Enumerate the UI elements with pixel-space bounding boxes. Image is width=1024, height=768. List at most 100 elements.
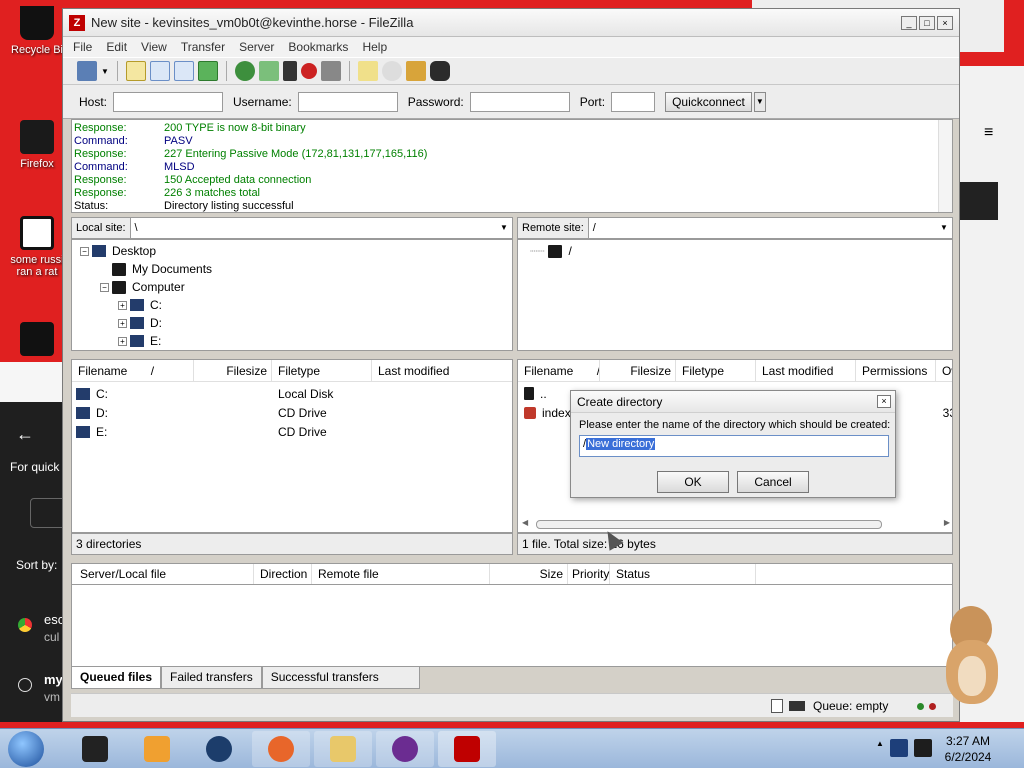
menu-view[interactable]: View [141, 40, 167, 54]
local-tree-item[interactable]: − Desktop [80, 242, 156, 260]
tray-network-icon[interactable] [890, 739, 908, 757]
local-tree-item[interactable]: + C: [118, 296, 162, 314]
col-remote-filetype[interactable]: Filetype [676, 360, 756, 381]
col-size[interactable]: Size [490, 564, 568, 584]
disconnect-icon[interactable] [320, 61, 341, 81]
col-last-modified[interactable]: Last modified [372, 360, 512, 381]
local-tree-item[interactable]: My Documents [100, 260, 212, 278]
local-file-list[interactable]: Filename / Filesize Filetype Last modifi… [71, 359, 513, 533]
host-input[interactable] [113, 91, 224, 112]
tab-queued-files[interactable]: Queued files [71, 667, 162, 689]
tab-successful-transfers[interactable]: Successful transfers [261, 667, 420, 689]
local-site-dropdown-icon[interactable]: ▼ [496, 218, 512, 238]
col-remote-owner[interactable]: Ow [936, 360, 952, 381]
start-button[interactable] [8, 730, 44, 767]
filter-flag-icon[interactable] [282, 61, 297, 81]
local-tree-item[interactable]: − Computer [100, 278, 185, 296]
tree-expander-icon[interactable]: + [118, 300, 127, 310]
tree-expander-icon[interactable]: − [80, 246, 89, 256]
menu-bookmarks[interactable]: Bookmarks [288, 40, 348, 54]
remote-site-dropdown-icon[interactable]: ▼ [936, 218, 952, 238]
col-direction[interactable]: Direction [254, 564, 312, 584]
local-tree-item[interactable]: + D: [118, 314, 162, 332]
tray-expand-icon[interactable]: ▲ [876, 739, 884, 757]
quickconnect-dropdown-icon[interactable]: ▼ [753, 91, 766, 112]
list-item[interactable]: D: CD Drive [76, 403, 506, 422]
col-priority[interactable]: Priority [568, 564, 610, 584]
local-site-path[interactable]: \ [130, 218, 496, 238]
scroll-right-icon[interactable]: ▶ [944, 518, 950, 527]
col-remote-filename[interactable]: Filename / [518, 360, 600, 381]
horizontal-scrollbar[interactable]: ◀ ▶ [522, 518, 950, 530]
list-item[interactable]: E: CD Drive [76, 422, 506, 441]
ok-button[interactable]: OK [657, 471, 729, 493]
menu-transfer[interactable]: Transfer [181, 40, 225, 54]
scroll-left-icon[interactable]: ◀ [522, 518, 528, 527]
taskbar-explorer-icon[interactable] [66, 731, 124, 767]
col-status[interactable]: Status [610, 564, 756, 584]
list-item[interactable]: .. [524, 384, 547, 403]
log-scrollbar[interactable] [938, 120, 952, 212]
site-manager-icon[interactable] [77, 61, 97, 81]
directory-name-input[interactable]: /New directory [579, 435, 889, 457]
hamburger-menu-icon[interactable]: ≡ [984, 124, 993, 142]
tray-volume-icon[interactable] [914, 739, 932, 757]
local-tree[interactable]: − Desktop My Documents − Computer + C: + D: + E: [71, 239, 513, 351]
site-manager-dropdown-icon[interactable]: ▼ [101, 67, 109, 76]
col-remote-file[interactable]: Remote file [312, 564, 490, 584]
taskbar-media-player-icon[interactable] [128, 731, 186, 767]
col-remote-last-modified[interactable]: Last modified [756, 360, 856, 381]
cancel-button[interactable]: Cancel [737, 471, 809, 493]
back-arrow-icon[interactable]: ← [16, 424, 34, 445]
process-queue-icon[interactable] [258, 61, 279, 81]
col-remote-permissions[interactable]: Permissions [856, 360, 936, 381]
title-bar[interactable]: Z New site - kevinsites_vm0b0t@kevinthe.… [63, 9, 959, 37]
sync-browsing-icon[interactable] [405, 61, 426, 81]
local-tree-item[interactable]: + E: [118, 332, 161, 350]
scroll-thumb[interactable] [536, 520, 882, 529]
username-input[interactable] [297, 91, 398, 112]
taskbar-yahoo-icon[interactable] [376, 730, 434, 767]
minimize-button[interactable]: _ [901, 15, 917, 30]
tab-failed-transfers[interactable]: Failed transfers [161, 667, 262, 689]
col-server-local-file[interactable]: Server/Local file [72, 564, 254, 584]
tree-expander-icon[interactable]: + [118, 336, 127, 346]
remote-tree-root[interactable]: ┈┈ / [530, 242, 572, 260]
menu-edit[interactable]: Edit [106, 40, 127, 54]
taskbar-firefox-icon[interactable] [252, 730, 310, 767]
close-button[interactable]: × [937, 15, 953, 30]
port-input[interactable] [611, 91, 656, 112]
col-filename[interactable]: Filename / [72, 360, 194, 381]
search-files-icon[interactable] [381, 61, 402, 81]
quickconnect-button[interactable]: Quickconnect [665, 91, 752, 112]
taskbar-globe-icon[interactable] [190, 731, 248, 767]
toggle-queue-icon[interactable] [197, 61, 218, 81]
dialog-close-icon[interactable]: × [877, 395, 891, 408]
remote-tree[interactable]: ┈┈ / [517, 239, 953, 351]
compare-directories-icon[interactable] [357, 61, 378, 81]
list-item[interactable]: C: Local Disk [76, 384, 506, 403]
binoculars-icon[interactable] [429, 61, 450, 81]
password-input[interactable] [469, 91, 570, 112]
queue-list[interactable] [71, 585, 953, 667]
dialog-title-bar[interactable]: Create directory × [571, 391, 895, 413]
menu-help[interactable]: Help [362, 40, 387, 54]
toggle-remote-tree-icon[interactable] [173, 61, 194, 81]
menu-server[interactable]: Server [239, 40, 274, 54]
taskbar-clock[interactable]: 3:27 AM 6/2/2024 [938, 733, 998, 765]
taskbar-folder-icon[interactable] [314, 730, 372, 767]
taskbar-filezilla-icon[interactable] [438, 730, 496, 767]
col-remote-filesize[interactable]: Filesize [600, 360, 676, 381]
refresh-icon[interactable] [234, 61, 255, 81]
remote-site-path[interactable]: / [588, 218, 936, 238]
tree-expander-icon[interactable]: − [100, 282, 109, 292]
log-text: 150 Accepted data connection [164, 174, 312, 186]
menu-file[interactable]: File [73, 40, 92, 54]
maximize-button[interactable]: □ [919, 15, 935, 30]
col-filetype[interactable]: Filetype [272, 360, 372, 381]
cancel-operation-icon[interactable] [300, 63, 317, 79]
toggle-log-icon[interactable] [125, 61, 146, 81]
col-filesize[interactable]: Filesize [194, 360, 272, 381]
tree-expander-icon[interactable]: + [118, 318, 127, 328]
toggle-local-tree-icon[interactable] [149, 61, 170, 81]
